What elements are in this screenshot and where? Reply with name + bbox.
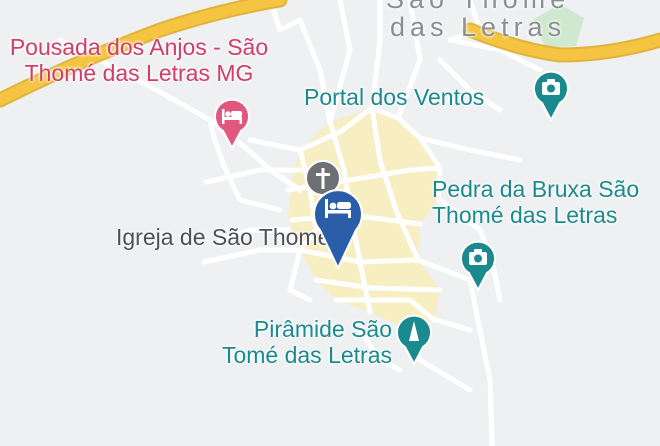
- place-name-line2: Thomé das Letras MG: [24, 60, 254, 87]
- place-name-line2: Thomé das Letras: [432, 202, 618, 229]
- place-label-pousada-dos-anjos[interactable]: Pousada dos Anjos - São Thomé das Letras…: [0, 34, 284, 87]
- place-name: Portal dos Ventos: [304, 84, 485, 110]
- place-label-piramide[interactable]: Pirâmide São Tomé das Letras: [182, 316, 392, 369]
- bed-icon[interactable]: [214, 98, 250, 150]
- camera-icon[interactable]: [460, 240, 496, 292]
- monument-icon[interactable]: [396, 314, 432, 366]
- place-name: Igreja de São Thomé: [116, 224, 331, 250]
- place-label-pedra-da-bruxa[interactable]: Pedra da Bruxa São Thomé das Letras: [432, 176, 639, 229]
- place-name-line1: Pousada dos Anjos - São: [9, 34, 269, 60]
- place-label-portal-dos-ventos[interactable]: Portal dos Ventos: [304, 84, 484, 110]
- camera-icon[interactable]: [533, 70, 569, 122]
- place-label-igreja[interactable]: Igreja de São Thomé: [116, 224, 330, 250]
- place-name-line2: Tomé das Letras: [221, 342, 392, 369]
- place-name-line1: Pirâmide São: [253, 316, 392, 342]
- selected-location-marker[interactable]: [312, 184, 364, 270]
- town-label: São Thomé das Letras: [386, 0, 570, 41]
- town-label-line2: das Letras: [390, 11, 567, 42]
- map-canvas[interactable]: São Thomé das Letras Portal dos Ventos P…: [0, 0, 660, 446]
- place-name-line1: Pedra da Bruxa São: [432, 176, 640, 202]
